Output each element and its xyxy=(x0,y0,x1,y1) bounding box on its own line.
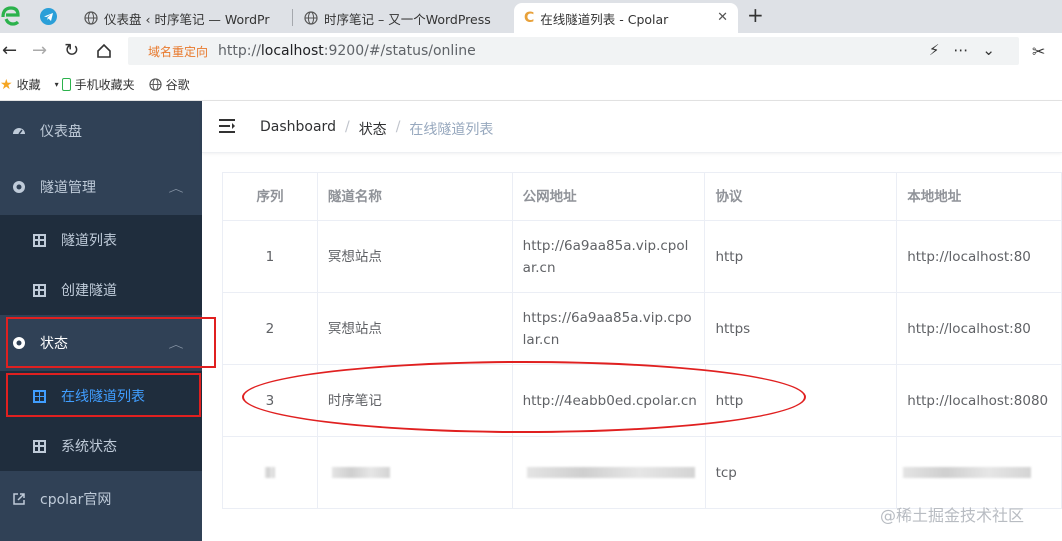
tab-dashboard[interactable]: 仪表盘 ‹ 时序笔记 — WordPr xyxy=(74,3,292,33)
address-actions: ⚡⋯⌄ xyxy=(929,41,1009,59)
cpolar-favicon-icon: C xyxy=(524,10,535,26)
online-tunnel-table: 序列 隧道名称 公网地址 协议 本地地址 1 冥想站点 http://6a9aa… xyxy=(222,172,1062,509)
redacted-name xyxy=(331,467,390,478)
table-row-redacted: tcp xyxy=(223,437,1062,509)
sidebar-item-create-tunnel[interactable]: 创建隧道 xyxy=(0,265,202,315)
breadcrumb-current: 在线隧道列表 xyxy=(409,122,494,138)
tab-title: 时序笔记 – 又一个WordPress xyxy=(324,11,491,27)
header-index: 序列 xyxy=(223,173,318,220)
phone-icon xyxy=(61,78,71,91)
redacted-local-address xyxy=(903,467,1032,478)
back-icon[interactable]: ← xyxy=(2,40,17,61)
grid-icon xyxy=(33,233,46,247)
chevron-up-icon: ︿ xyxy=(168,183,184,195)
breadcrumb-dashboard[interactable]: Dashboard xyxy=(260,119,336,139)
tab-blog[interactable]: 时序笔记 – 又一个WordPress xyxy=(294,3,512,33)
redirect-label: 域名重定向 xyxy=(148,44,209,59)
tab-cpolar-active[interactable]: C 在线隧道列表 - Cpolar ✕ xyxy=(514,3,738,33)
grid-icon xyxy=(33,283,46,297)
redacted-public-address xyxy=(526,467,695,478)
menu-fold-icon[interactable] xyxy=(219,118,237,134)
browser-logo-icon[interactable] xyxy=(0,4,22,28)
annotation-box-status xyxy=(6,317,216,368)
lightning-icon[interactable]: ⚡ xyxy=(929,41,954,59)
browser-toolbar: ← → ↻ 域名重定向 http://localhost:9200/#/stat… xyxy=(0,33,1062,69)
sidebar-item-system-status[interactable]: 系统状态 xyxy=(0,421,202,471)
watermark: @稀土掘金技术社区 xyxy=(880,506,1025,525)
table-header-row: 序列 隧道名称 公网地址 协议 本地地址 xyxy=(223,173,1062,221)
bookmarks-bar: ★ 收藏 ▾ 手机收藏夹 谷歌 xyxy=(0,69,1062,101)
lifebuoy-icon xyxy=(13,181,25,193)
top-navbar: Dashboard / 状态 / 在线隧道列表 xyxy=(202,101,1062,153)
grid-icon xyxy=(33,439,46,453)
annotation-box-online-list xyxy=(6,373,201,417)
breadcrumb: Dashboard / 状态 / 在线隧道列表 xyxy=(260,119,494,139)
bookmark-favorites[interactable]: ★ 收藏 xyxy=(0,76,41,93)
bookmark-google[interactable]: 谷歌 xyxy=(148,76,190,93)
globe-icon xyxy=(84,11,98,25)
sidebar-item-dashboard[interactable]: 仪表盘 xyxy=(0,103,202,159)
table-row: 1 冥想站点 http://6a9aa85a.vip.cpolar.cn htt… xyxy=(223,221,1062,293)
header-protocol: 协议 xyxy=(705,173,898,220)
home-icon[interactable] xyxy=(96,43,112,59)
forward-icon[interactable]: → xyxy=(32,40,47,61)
header-name: 隧道名称 xyxy=(317,173,513,220)
new-tab-button[interactable]: + xyxy=(747,3,764,27)
telegram-icon[interactable] xyxy=(40,8,57,25)
url-text: http://localhost:9200/#/status/online xyxy=(218,43,476,59)
sidebar-item-tunnel-management[interactable]: 隧道管理 ︿ xyxy=(0,159,202,215)
tab-separator xyxy=(292,9,293,26)
tab-title: 仪表盘 ‹ 时序笔记 — WordPr xyxy=(104,11,270,27)
header-local-address: 本地地址 xyxy=(897,173,1062,220)
dashboard-icon xyxy=(13,128,25,135)
tab-title: 在线隧道列表 - Cpolar xyxy=(540,11,669,27)
annotation-ellipse-row3 xyxy=(242,361,806,433)
bookmark-mobile[interactable]: ▾ 手机收藏夹 xyxy=(55,76,135,93)
caret-icon: ▾ xyxy=(54,80,59,89)
submenu-tunnel: 隧道列表 创建隧道 xyxy=(0,215,202,315)
sidebar-item-tunnel-list[interactable]: 隧道列表 xyxy=(0,215,202,265)
header-public-address: 公网地址 xyxy=(512,173,706,220)
sidebar-item-cpolar-site[interactable]: cpolar官网 xyxy=(0,471,202,527)
globe-icon xyxy=(304,11,318,25)
reload-icon[interactable]: ↻ xyxy=(64,40,79,61)
redacted-index xyxy=(264,467,275,478)
table-row: 2 冥想站点 https://6a9aa85a.vip.cpolar.cn ht… xyxy=(223,293,1062,365)
browser-tab-bar: 仪表盘 ‹ 时序笔记 — WordPr 时序笔记 – 又一个WordPress … xyxy=(0,0,1062,33)
close-tab-icon[interactable]: ✕ xyxy=(717,10,728,25)
chevron-down-icon[interactable]: ⌄ xyxy=(982,41,1009,59)
breadcrumb-status[interactable]: 状态 xyxy=(359,119,387,139)
scissors-icon[interactable]: ✂ xyxy=(1032,42,1045,61)
star-icon: ★ xyxy=(0,76,13,93)
external-link-icon xyxy=(13,493,25,505)
globe-icon xyxy=(148,78,162,91)
address-bar[interactable]: 域名重定向 http://localhost:9200/#/status/onl… xyxy=(128,37,1019,65)
more-icon[interactable]: ⋯ xyxy=(953,41,982,59)
